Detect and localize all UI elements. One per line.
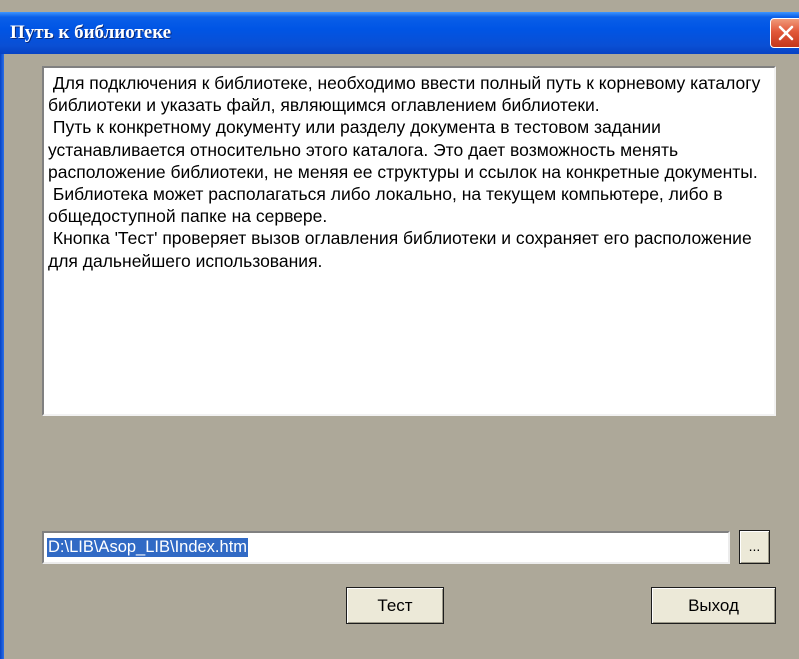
title-bar[interactable]: Путь к библиотеке <box>0 12 799 54</box>
info-paragraph-3: Библиотека может располагаться либо лока… <box>48 184 728 227</box>
library-path-dialog: Путь к библиотеке Для подключения к библ… <box>0 0 799 659</box>
info-paragraph-4: Кнопка 'Тест' проверяет вызов оглавления… <box>48 228 757 271</box>
info-paragraph-2: Путь к конкретному документу или разделу… <box>48 117 758 182</box>
window-title: Путь к библиотеке <box>10 22 172 43</box>
exit-button[interactable]: Выход <box>651 587 776 624</box>
info-text-box: Для подключения к библиотеке, необходимо… <box>42 66 776 416</box>
close-button[interactable] <box>770 18 799 48</box>
window-frame-edge <box>0 54 4 659</box>
info-paragraph-1: Для подключения к библиотеке, необходимо… <box>48 73 766 116</box>
library-path-value: D:\LIB\Asop_LIB\Index.htm <box>47 538 249 557</box>
close-icon <box>778 25 794 41</box>
library-path-input[interactable]: D:\LIB\Asop_LIB\Index.htm <box>42 531 730 564</box>
test-button[interactable]: Тест <box>346 587 444 624</box>
browse-button[interactable]: ... <box>739 530 770 564</box>
